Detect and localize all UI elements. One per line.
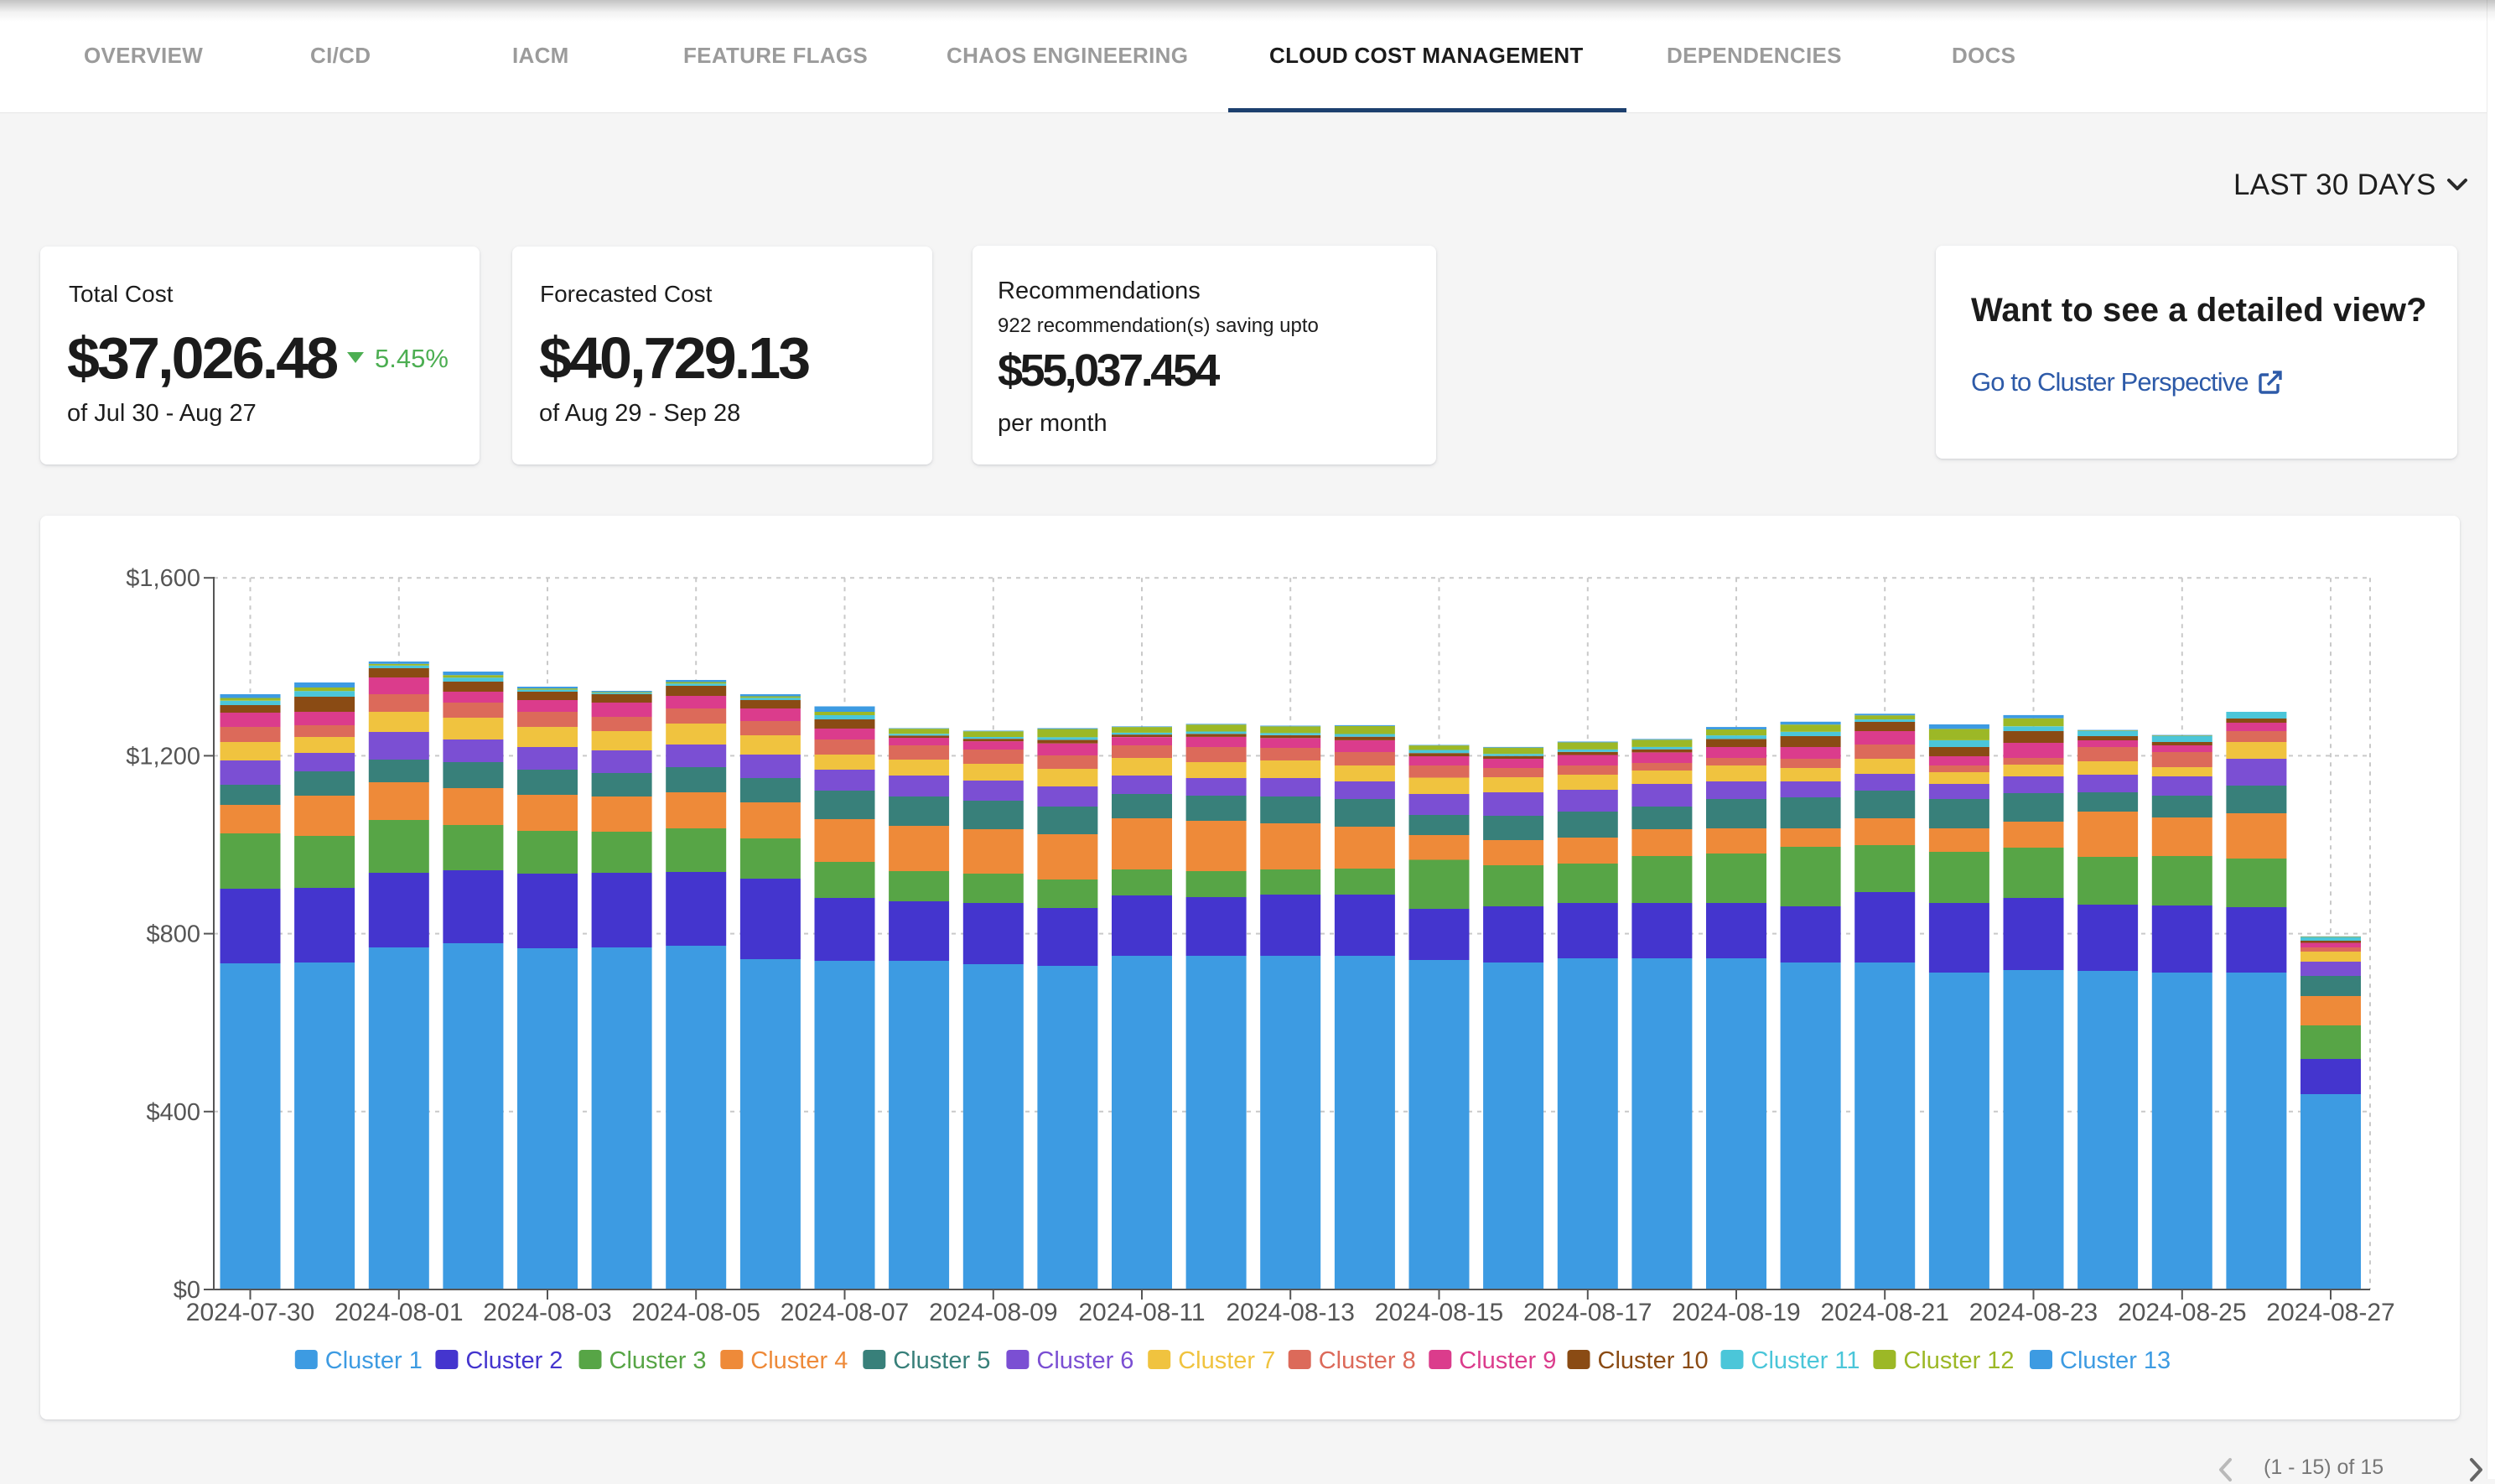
- svg-text:2024-08-23: 2024-08-23: [1969, 1299, 2098, 1326]
- svg-text:$1,600: $1,600: [126, 565, 200, 592]
- svg-text:Cluster 7: Cluster 7: [1178, 1347, 1275, 1374]
- svg-text:Cluster 4: Cluster 4: [750, 1347, 848, 1374]
- svg-text:Cluster 5: Cluster 5: [893, 1347, 990, 1374]
- svg-text:Cluster 3: Cluster 3: [609, 1347, 707, 1374]
- svg-text:2024-08-05: 2024-08-05: [631, 1299, 760, 1326]
- svg-text:2024-08-19: 2024-08-19: [1672, 1299, 1800, 1326]
- svg-text:2024-08-17: 2024-08-17: [1523, 1299, 1652, 1326]
- svg-text:2024-08-13: 2024-08-13: [1226, 1299, 1354, 1326]
- svg-text:Cluster 11: Cluster 11: [1751, 1347, 1860, 1374]
- svg-text:2024-08-07: 2024-08-07: [781, 1299, 909, 1326]
- svg-text:Cluster 10: Cluster 10: [1598, 1347, 1709, 1374]
- svg-text:Cluster 8: Cluster 8: [1319, 1347, 1416, 1374]
- svg-text:2024-08-01: 2024-08-01: [335, 1299, 463, 1326]
- svg-text:2024-08-21: 2024-08-21: [1820, 1299, 1948, 1326]
- svg-text:$1,200: $1,200: [126, 743, 200, 770]
- svg-text:2024-08-15: 2024-08-15: [1375, 1299, 1503, 1326]
- svg-text:2024-08-09: 2024-08-09: [929, 1299, 1057, 1326]
- svg-text:2024-07-30: 2024-07-30: [186, 1299, 314, 1326]
- svg-text:Cluster 9: Cluster 9: [1459, 1347, 1556, 1374]
- svg-text:2024-08-25: 2024-08-25: [2118, 1299, 2246, 1326]
- svg-text:Cluster 1: Cluster 1: [325, 1347, 423, 1374]
- svg-text:$400: $400: [146, 1099, 200, 1126]
- svg-text:Cluster 13: Cluster 13: [2060, 1347, 2171, 1374]
- svg-text:$800: $800: [146, 921, 200, 948]
- svg-text:Cluster 12: Cluster 12: [1903, 1347, 2014, 1374]
- svg-text:Cluster 2: Cluster 2: [465, 1347, 563, 1374]
- svg-text:2024-08-11: 2024-08-11: [1078, 1299, 1205, 1326]
- svg-text:2024-08-27: 2024-08-27: [2266, 1299, 2394, 1326]
- svg-text:Cluster 6: Cluster 6: [1036, 1347, 1133, 1374]
- svg-text:2024-08-03: 2024-08-03: [483, 1299, 611, 1326]
